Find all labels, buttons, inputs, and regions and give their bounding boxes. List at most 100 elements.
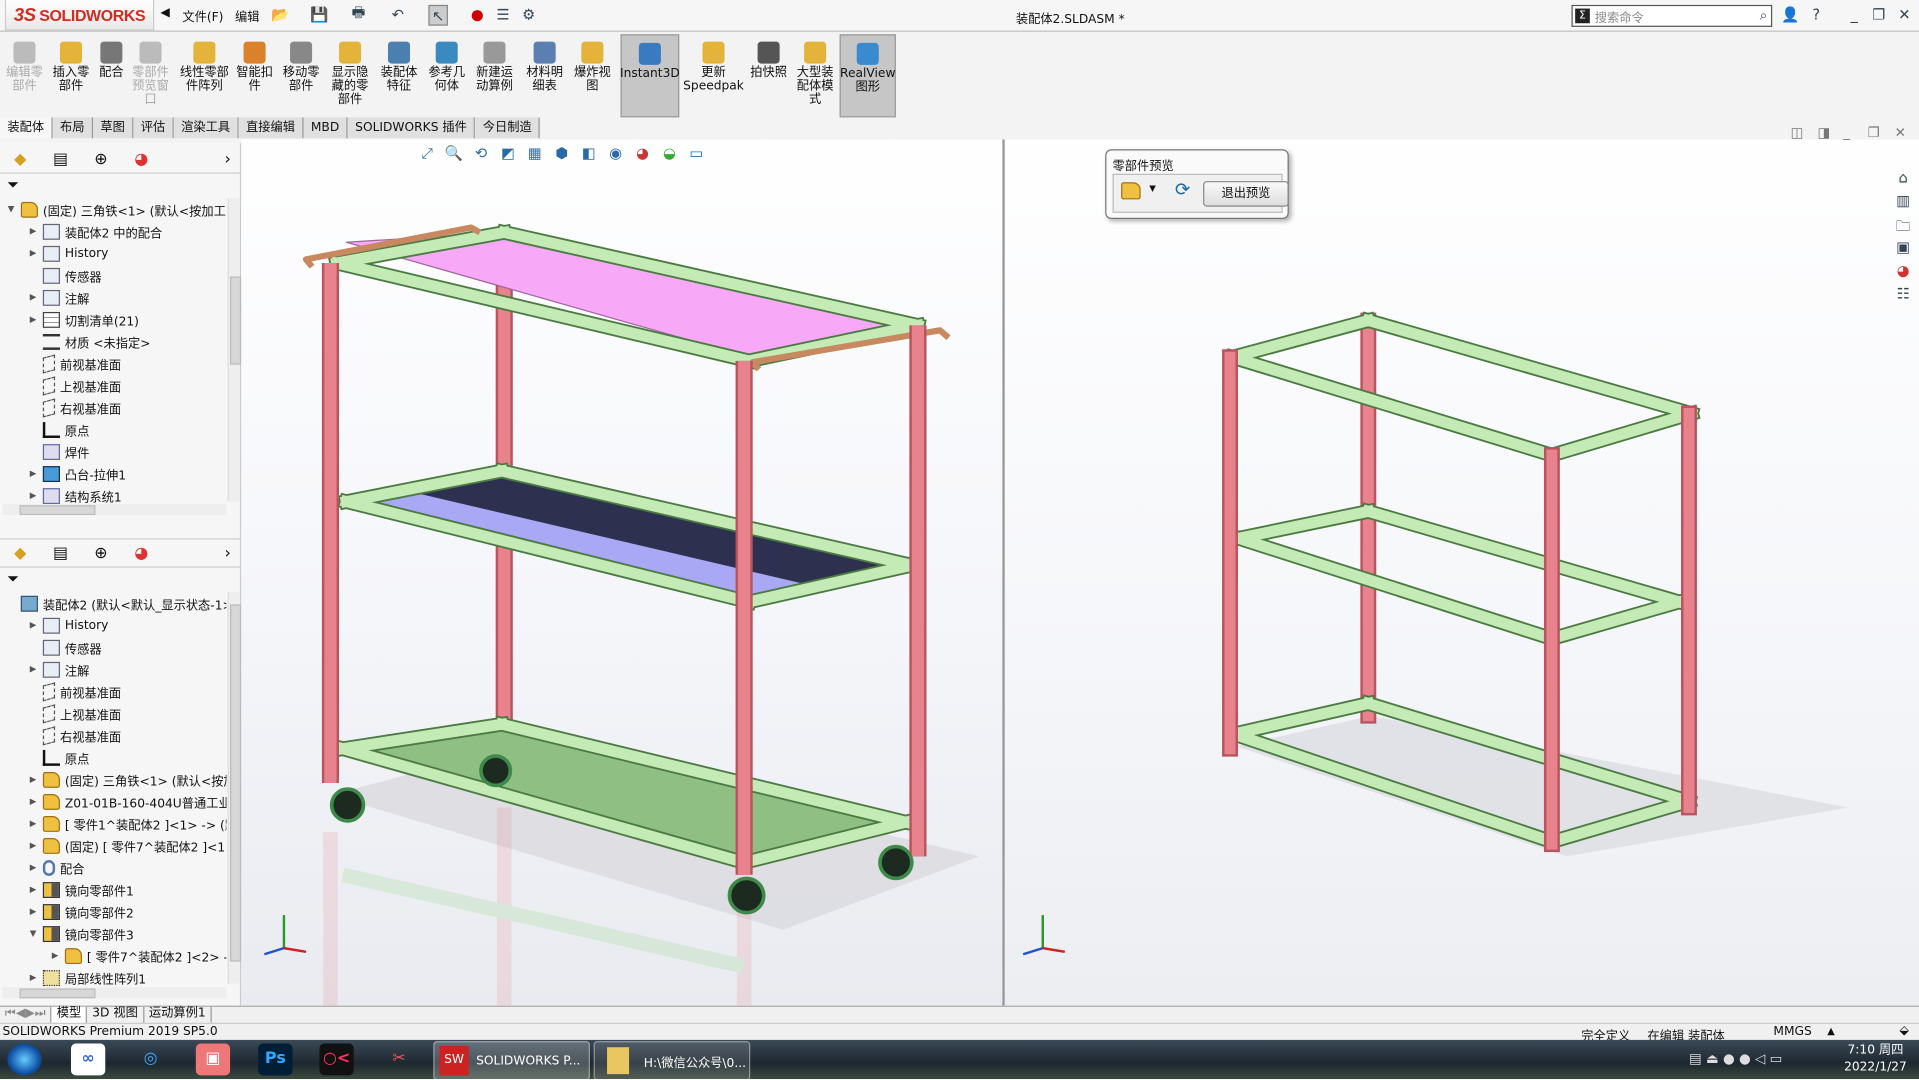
close-window-button[interactable]: ✕ xyxy=(1896,5,1913,23)
property-manager-tab-icon[interactable]: ▤ xyxy=(40,544,80,562)
tab-4[interactable]: 渲染工具 xyxy=(173,117,239,139)
ribbon-button-17[interactable]: RealView 图形 xyxy=(839,34,896,118)
expand-arrow-icon[interactable]: ▶ xyxy=(27,469,39,479)
expand-arrow-icon[interactable]: ▶ xyxy=(27,226,39,236)
solidworks-logo[interactable]: 3S SOLIDWORKS xyxy=(4,0,155,31)
search-icon[interactable]: ⌕ xyxy=(1760,7,1768,24)
tree-item[interactable]: 上视基准面 xyxy=(27,374,121,396)
collapse-arrow-icon[interactable]: ▼ xyxy=(5,204,17,214)
previous-view-icon[interactable]: ⟲ xyxy=(470,144,492,164)
tab-2[interactable]: 草图 xyxy=(93,117,134,139)
ribbon-button-10[interactable]: 新建运 动算例 xyxy=(470,34,519,115)
expand-arrow-icon[interactable]: ▶ xyxy=(27,248,39,258)
ribbon-button-12[interactable]: 爆炸视 图 xyxy=(568,34,617,115)
tree-item[interactable]: 传感器 xyxy=(27,264,102,286)
tree-item[interactable]: ▶ 镜向零部件1 xyxy=(27,878,134,900)
property-manager-tab-icon[interactable]: ▤ xyxy=(40,150,80,168)
ribbon-button-13[interactable]: Instant3D xyxy=(620,34,680,118)
configuration-manager-tab-icon[interactable]: ⊕ xyxy=(81,544,121,562)
tree-item[interactable]: ▶ 注解 xyxy=(27,658,89,680)
custom-properties-icon[interactable]: ☷ xyxy=(1893,285,1913,306)
tree-item[interactable]: 右视基准面 xyxy=(27,396,121,418)
feature-manager-tab-icon[interactable]: ◆ xyxy=(0,150,40,168)
ribbon-button-16[interactable]: 大型装 配体模 式 xyxy=(791,34,840,115)
expand-arrow-icon[interactable]: ▶ xyxy=(27,907,39,917)
exit-preview-button[interactable]: 退出预览 xyxy=(1203,181,1289,207)
swap-refresh-icon[interactable]: ⟳ xyxy=(1175,179,1190,201)
tree-item[interactable]: 传感器 xyxy=(27,636,102,658)
tree-item[interactable]: 右视基准面 xyxy=(27,724,121,746)
viewport-restore-button[interactable]: ❐ xyxy=(1868,125,1880,141)
rebuild-icon[interactable]: ● xyxy=(469,5,486,23)
tree-item[interactable]: 上视基准面 xyxy=(27,702,121,724)
zoom-to-area-icon[interactable]: 🔍 xyxy=(443,144,465,164)
tree-item[interactable]: ▶ History xyxy=(27,614,108,636)
ribbon-button-14[interactable]: 更新 Speedpak xyxy=(683,34,744,115)
display-manager-tab-icon[interactable]: ◕ xyxy=(121,150,161,168)
help-icon[interactable]: ? xyxy=(1808,5,1825,23)
tree-item[interactable]: ▶ [ 零件1^装配体2 ]<1> -> (默认 xyxy=(27,812,226,834)
tab-1[interactable]: 布局 xyxy=(52,117,94,139)
dynamic-annotation-icon[interactable]: ▦ xyxy=(524,144,546,164)
save-icon[interactable]: 💾 xyxy=(310,5,328,23)
unit-dropdown-arrow-icon[interactable]: ▲ xyxy=(1827,1025,1835,1036)
expand-arrow-icon[interactable]: ▶ xyxy=(27,862,39,872)
baidu-netdisk-icon[interactable]: ∞ xyxy=(70,1043,106,1076)
start-button-icon[interactable] xyxy=(7,1043,42,1076)
taskbar-item-solidworks[interactable]: SW SOLIDWORKS P... xyxy=(433,1041,590,1080)
ribbon-button-8[interactable]: 装配体 特征 xyxy=(375,34,424,115)
tree-item[interactable]: 装配体2 (默认<默认_显示状态-1>) xyxy=(5,592,226,614)
tab-3[interactable]: 评估 xyxy=(133,117,174,139)
expand-arrow-icon[interactable]: ▶ xyxy=(27,314,39,324)
image-viewer-icon[interactable]: ▣ xyxy=(195,1043,231,1076)
viewport-link-icon[interactable]: ◫ xyxy=(1791,125,1804,141)
tab-6[interactable]: MBD xyxy=(303,117,348,139)
ribbon-button-11[interactable]: 材料明 细表 xyxy=(521,34,568,115)
tree-item[interactable]: ▶ 注解 xyxy=(27,286,89,308)
expand-arrow-icon[interactable]: ▶ xyxy=(27,840,39,850)
tree-bottom-vertical-scrollbar[interactable] xyxy=(227,592,242,984)
tree-item[interactable]: ▶ History xyxy=(27,242,108,264)
screen-recorder-icon[interactable]: ○< xyxy=(319,1043,354,1076)
undo-icon[interactable]: ↶ xyxy=(389,5,406,23)
panel-expand-arrow-icon[interactable]: › xyxy=(215,150,239,168)
tree-item[interactable]: 前视基准面 xyxy=(27,680,121,702)
browser-icon[interactable]: ◎ xyxy=(133,1044,167,1076)
expand-arrow-icon[interactable]: ▶ xyxy=(27,774,39,784)
appearances-icon[interactable]: ◕ xyxy=(1893,262,1913,283)
photoshop-icon[interactable]: Ps xyxy=(258,1043,293,1076)
dropdown-arrow-icon[interactable]: ▼ xyxy=(1149,184,1156,194)
ribbon-button-7[interactable]: 显示隐 藏的零 部件 xyxy=(326,34,375,115)
ribbon-button-1[interactable]: 插入零 部件 xyxy=(49,34,93,115)
taskbar-clock[interactable]: 7:10 周四 2022/1/27 xyxy=(1844,1042,1907,1076)
tree-item[interactable]: 材质 <未指定> xyxy=(27,330,151,352)
tab-8[interactable]: 今日制造 xyxy=(475,117,541,139)
design-library-icon[interactable]: ▥ xyxy=(1893,192,1913,213)
tree-bottom-horizontal-scrollbar[interactable] xyxy=(2,987,227,999)
tab-0[interactable]: 装配体 xyxy=(0,117,53,139)
minimize-window-button[interactable]: _ xyxy=(1846,5,1863,23)
collapse-arrow-icon[interactable]: ▼ xyxy=(27,929,39,939)
edit-appearance-icon[interactable]: ◕ xyxy=(632,144,654,164)
display-manager-tab-icon[interactable]: ◕ xyxy=(121,544,161,562)
ribbon-button-4[interactable]: 线性零部 件阵列 xyxy=(176,34,232,115)
tree-top-vertical-scrollbar[interactable] xyxy=(227,198,242,502)
menu-edit[interactable]: 编辑 xyxy=(235,6,259,24)
viewport-split-icon[interactable]: ◨ xyxy=(1817,125,1830,141)
expand-arrow-icon[interactable]: ▶ xyxy=(27,491,39,501)
tree-item[interactable]: 前视基准面 xyxy=(27,352,121,374)
tree-item[interactable]: ▼ 镜向零部件3 xyxy=(27,922,134,944)
tree-item[interactable]: 焊件 xyxy=(27,440,89,462)
hide-show-items-icon[interactable]: ◉ xyxy=(605,144,627,164)
flyout-arrow-icon[interactable]: ◀ xyxy=(160,6,169,19)
viewport-close-button[interactable]: ✕ xyxy=(1895,125,1906,141)
tab-7[interactable]: SOLIDWORKS 插件 xyxy=(347,117,476,139)
tab-scroll-arrows-icon[interactable]: ⏮◀▶⏭ xyxy=(0,1006,52,1023)
expand-arrow-icon[interactable]: ▶ xyxy=(27,885,39,895)
tree-item[interactable]: ▼ (固定) 三角铁<1> (默认<按加工 xyxy=(5,198,226,220)
customize-status-icon[interactable]: ⬙ xyxy=(1899,1024,1908,1037)
expand-arrow-icon[interactable]: ▶ xyxy=(27,664,39,674)
ribbon-button-2[interactable]: 配合 xyxy=(95,34,127,115)
expand-arrow-icon[interactable]: ▶ xyxy=(27,292,39,302)
file-explorer-icon[interactable]: 🗀 xyxy=(1893,215,1913,236)
